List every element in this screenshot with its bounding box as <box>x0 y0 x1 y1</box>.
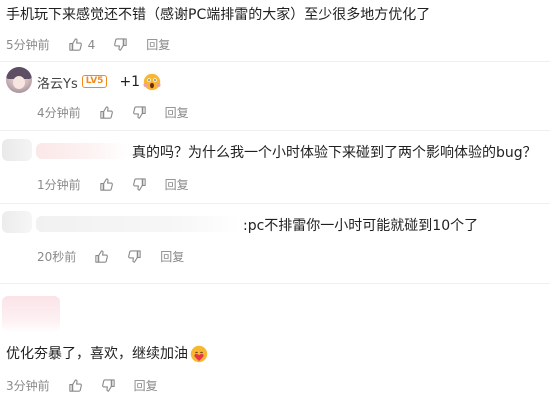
reply-button[interactable]: 回复 <box>165 176 189 193</box>
like-button[interactable] <box>68 378 83 393</box>
reply-button[interactable]: 回复 <box>146 36 170 53</box>
like-button[interactable]: 4 <box>68 37 96 52</box>
comment-text: :pc不排雷你一小时可能就碰到10个了 <box>243 218 479 234</box>
redacted-avatar <box>2 211 32 233</box>
comment-timestamp: 5分钟前 <box>6 38 50 52</box>
comment-text: 真的吗？为什么我一个小时体验下来碰到了两个影响体验的bug？ <box>132 145 537 161</box>
thumbs-up-icon <box>99 178 113 191</box>
like-button[interactable] <box>99 177 114 192</box>
thumbs-down-icon <box>132 178 146 191</box>
dislike-button[interactable] <box>132 177 147 192</box>
redacted-user-header <box>2 296 60 332</box>
dislike-button[interactable] <box>113 37 128 52</box>
comment-meta: 20秒前 回复 <box>37 248 184 265</box>
heart-hands-emoji <box>190 345 208 363</box>
dislike-button[interactable] <box>132 105 147 120</box>
divider <box>0 130 550 131</box>
comment-text: 手机玩下来感觉还不错（感谢PC端排雷的大家）至少很多地方优化了 <box>6 7 431 23</box>
reply-button[interactable]: 回复 <box>134 377 158 394</box>
thumbs-down-icon <box>101 379 115 392</box>
thumbs-up-icon <box>68 379 82 392</box>
avatar[interactable] <box>6 67 32 93</box>
comment-timestamp: 1分钟前 <box>37 178 81 192</box>
comment-timestamp: 3分钟前 <box>6 379 50 393</box>
level-badge: LV5 <box>81 74 108 88</box>
comment-text: 优化夯暴了，喜欢，继续加油 <box>6 346 188 362</box>
dislike-button[interactable] <box>127 249 142 264</box>
like-button[interactable] <box>99 105 114 120</box>
thumbs-up-icon <box>68 38 82 51</box>
comment-timestamp: 20秒前 <box>37 250 77 264</box>
comment-meta: 4分钟前 回复 <box>37 104 189 121</box>
comment-meta: 3分钟前 回复 <box>6 377 158 394</box>
like-count: 4 <box>87 37 96 52</box>
thumbs-down-icon <box>132 106 146 119</box>
avatar-face <box>13 76 25 89</box>
comment-timestamp: 4分钟前 <box>37 106 81 120</box>
divider <box>0 283 550 284</box>
thumbs-down-icon <box>114 38 127 51</box>
reply-button[interactable]: 回复 <box>165 104 189 121</box>
divider <box>0 203 550 204</box>
comment-header: 洛云Ys LV5 +1 <box>37 72 161 92</box>
thumbs-up-icon <box>99 106 113 119</box>
dislike-button[interactable] <box>101 378 116 393</box>
comment-body: 优化夯暴了，喜欢，继续加油 <box>6 344 208 364</box>
like-button[interactable] <box>94 249 109 264</box>
redacted-username <box>36 216 241 232</box>
comment-meta: 5分钟前 4 回复 <box>6 36 170 53</box>
username[interactable]: 洛云Ys <box>37 73 78 92</box>
redacted-username <box>36 143 128 159</box>
screaming-face-emoji <box>143 73 161 91</box>
comment-meta: 1分钟前 回复 <box>37 176 189 193</box>
comment-text: +1 <box>119 74 141 90</box>
redacted-avatar <box>2 139 32 161</box>
thumbs-down-icon <box>128 250 141 263</box>
thumbs-up-icon <box>95 250 109 263</box>
divider <box>0 61 550 62</box>
reply-button[interactable]: 回复 <box>160 248 184 265</box>
